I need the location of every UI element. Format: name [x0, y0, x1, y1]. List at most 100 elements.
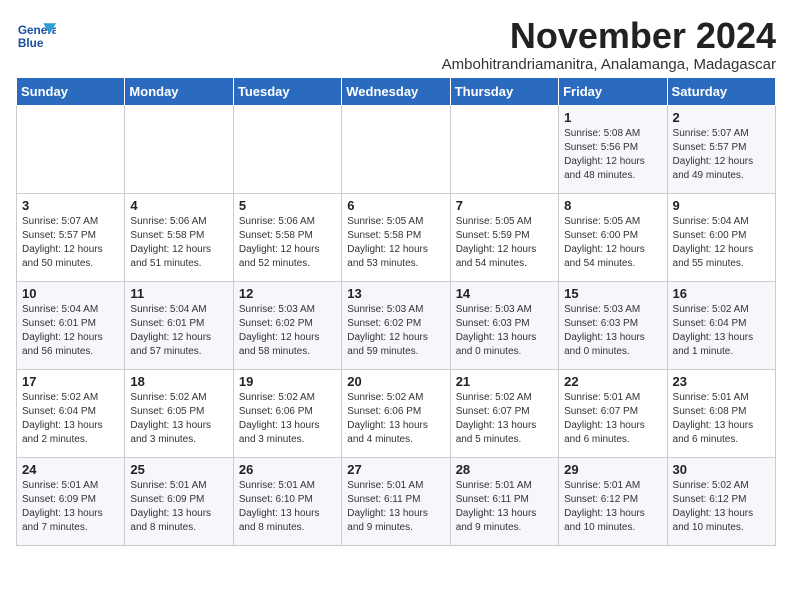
day-info: Sunrise: 5:01 AM Sunset: 6:11 PM Dayligh… [347, 479, 444, 535]
day-cell: 1 Sunrise: 5:08 AM Sunset: 5:56 PM Daylig… [559, 105, 667, 193]
day-cell: 25Sunrise: 5:01 AM Sunset: 6:09 PM Dayli… [125, 457, 233, 545]
header-row: SundayMondayTuesdayWednesdayThursdayFrid… [17, 77, 776, 105]
day-cell: 30 Sunrise: 5:02 AM Sunset: 6:12 PM Dayli… [667, 457, 775, 545]
day-number: 13 [347, 286, 444, 301]
day-number: 16 [673, 286, 770, 301]
day-cell: 18Sunrise: 5:02 AM Sunset: 6:05 PM Dayli… [125, 369, 233, 457]
day-cell: 26 Sunrise: 5:01 AM Sunset: 6:10 PM Dayli… [233, 457, 341, 545]
day-info: Sunrise: 5:03 AM Sunset: 6:03 PM Dayligh… [456, 303, 553, 359]
day-info: Sunrise: 5:07 AM Sunset: 5:57 PM Dayligh… [673, 127, 770, 183]
day-cell [342, 105, 450, 193]
day-cell: 19 Sunrise: 5:02 AM Sunset: 6:06 PM Dayli… [233, 369, 341, 457]
week-row-1: 3 Sunrise: 5:07 AM Sunset: 5:57 PM Daylig… [17, 193, 776, 281]
header-thursday: Thursday [450, 77, 558, 105]
day-info: Sunrise: 5:01 AM Sunset: 6:07 PM Dayligh… [564, 391, 661, 447]
day-number: 23 [673, 374, 770, 389]
page-header: General Blue November 2024 Ambohitrandri… [16, 16, 776, 73]
header-sunday: Sunday [17, 77, 125, 105]
day-cell: 28 Sunrise: 5:01 AM Sunset: 6:11 PM Dayli… [450, 457, 558, 545]
week-row-0: 1 Sunrise: 5:08 AM Sunset: 5:56 PM Daylig… [17, 105, 776, 193]
day-info: Sunrise: 5:01 AM Sunset: 6:11 PM Dayligh… [456, 479, 553, 535]
day-info: Sunrise: 5:01 AM Sunset: 6:12 PM Dayligh… [564, 479, 661, 535]
day-info: Sunrise: 5:01 AM Sunset: 6:09 PM Dayligh… [22, 479, 119, 535]
day-number: 24 [22, 462, 119, 477]
day-cell: 16 Sunrise: 5:02 AM Sunset: 6:04 PM Dayli… [667, 281, 775, 369]
day-info: Sunrise: 5:05 AM Sunset: 5:59 PM Dayligh… [456, 215, 553, 271]
day-number: 10 [22, 286, 119, 301]
calendar-title: November 2024 [442, 16, 776, 56]
day-number: 11 [130, 286, 227, 301]
day-number: 19 [239, 374, 336, 389]
day-cell: 6 Sunrise: 5:05 AM Sunset: 5:58 PM Daylig… [342, 193, 450, 281]
day-number: 18 [130, 374, 227, 389]
day-cell: 14 Sunrise: 5:03 AM Sunset: 6:03 PM Dayli… [450, 281, 558, 369]
day-number: 14 [456, 286, 553, 301]
day-info: Sunrise: 5:08 AM Sunset: 5:56 PM Dayligh… [564, 127, 661, 183]
day-cell: 10 Sunrise: 5:04 AM Sunset: 6:01 PM Dayli… [17, 281, 125, 369]
day-number: 8 [564, 198, 661, 213]
logo-icon: General Blue [16, 16, 56, 56]
day-number: 6 [347, 198, 444, 213]
day-info: Sunrise: 5:01 AM Sunset: 6:08 PM Dayligh… [673, 391, 770, 447]
day-cell: 15Sunrise: 5:03 AM Sunset: 6:03 PM Dayli… [559, 281, 667, 369]
day-number: 29 [564, 462, 661, 477]
day-info: Sunrise: 5:02 AM Sunset: 6:04 PM Dayligh… [673, 303, 770, 359]
day-info: Sunrise: 5:02 AM Sunset: 6:04 PM Dayligh… [22, 391, 119, 447]
day-info: Sunrise: 5:04 AM Sunset: 6:00 PM Dayligh… [673, 215, 770, 271]
day-number: 17 [22, 374, 119, 389]
day-info: Sunrise: 5:03 AM Sunset: 6:02 PM Dayligh… [347, 303, 444, 359]
day-cell: 13 Sunrise: 5:03 AM Sunset: 6:02 PM Dayli… [342, 281, 450, 369]
day-cell: 24 Sunrise: 5:01 AM Sunset: 6:09 PM Dayli… [17, 457, 125, 545]
day-info: Sunrise: 5:02 AM Sunset: 6:06 PM Dayligh… [239, 391, 336, 447]
day-info: Sunrise: 5:02 AM Sunset: 6:12 PM Dayligh… [673, 479, 770, 535]
day-number: 21 [456, 374, 553, 389]
day-number: 26 [239, 462, 336, 477]
day-info: Sunrise: 5:04 AM Sunset: 6:01 PM Dayligh… [22, 303, 119, 359]
week-row-4: 24 Sunrise: 5:01 AM Sunset: 6:09 PM Dayli… [17, 457, 776, 545]
day-number: 4 [130, 198, 227, 213]
day-cell: 5Sunrise: 5:06 AM Sunset: 5:58 PM Daylig… [233, 193, 341, 281]
day-info: Sunrise: 5:01 AM Sunset: 6:09 PM Dayligh… [130, 479, 227, 535]
day-cell: 20Sunrise: 5:02 AM Sunset: 6:06 PM Dayli… [342, 369, 450, 457]
day-cell: 11Sunrise: 5:04 AM Sunset: 6:01 PM Dayli… [125, 281, 233, 369]
header-monday: Monday [125, 77, 233, 105]
header-saturday: Saturday [667, 77, 775, 105]
day-number: 9 [673, 198, 770, 213]
day-cell [125, 105, 233, 193]
day-info: Sunrise: 5:02 AM Sunset: 6:07 PM Dayligh… [456, 391, 553, 447]
day-cell: 12 Sunrise: 5:03 AM Sunset: 6:02 PM Dayli… [233, 281, 341, 369]
day-cell: 7 Sunrise: 5:05 AM Sunset: 5:59 PM Daylig… [450, 193, 558, 281]
day-info: Sunrise: 5:07 AM Sunset: 5:57 PM Dayligh… [22, 215, 119, 271]
day-cell: 17 Sunrise: 5:02 AM Sunset: 6:04 PM Dayli… [17, 369, 125, 457]
day-cell: 8 Sunrise: 5:05 AM Sunset: 6:00 PM Daylig… [559, 193, 667, 281]
day-number: 12 [239, 286, 336, 301]
svg-text:Blue: Blue [18, 36, 44, 50]
calendar-table: SundayMondayTuesdayWednesdayThursdayFrid… [16, 77, 776, 546]
week-row-3: 17 Sunrise: 5:02 AM Sunset: 6:04 PM Dayli… [17, 369, 776, 457]
day-cell [17, 105, 125, 193]
day-cell: 23 Sunrise: 5:01 AM Sunset: 6:08 PM Dayli… [667, 369, 775, 457]
day-number: 27 [347, 462, 444, 477]
day-cell: 21 Sunrise: 5:02 AM Sunset: 6:07 PM Dayli… [450, 369, 558, 457]
day-number: 1 [564, 110, 661, 125]
day-info: Sunrise: 5:02 AM Sunset: 6:06 PM Dayligh… [347, 391, 444, 447]
day-cell: 9 Sunrise: 5:04 AM Sunset: 6:00 PM Daylig… [667, 193, 775, 281]
day-cell: 29 Sunrise: 5:01 AM Sunset: 6:12 PM Dayli… [559, 457, 667, 545]
day-number: 2 [673, 110, 770, 125]
day-cell: 2 Sunrise: 5:07 AM Sunset: 5:57 PM Daylig… [667, 105, 775, 193]
day-number: 7 [456, 198, 553, 213]
day-info: Sunrise: 5:01 AM Sunset: 6:10 PM Dayligh… [239, 479, 336, 535]
day-cell [450, 105, 558, 193]
day-number: 22 [564, 374, 661, 389]
day-info: Sunrise: 5:05 AM Sunset: 6:00 PM Dayligh… [564, 215, 661, 271]
day-number: 3 [22, 198, 119, 213]
day-number: 28 [456, 462, 553, 477]
day-info: Sunrise: 5:03 AM Sunset: 6:02 PM Dayligh… [239, 303, 336, 359]
week-row-2: 10 Sunrise: 5:04 AM Sunset: 6:01 PM Dayli… [17, 281, 776, 369]
day-cell: 27 Sunrise: 5:01 AM Sunset: 6:11 PM Dayli… [342, 457, 450, 545]
day-info: Sunrise: 5:06 AM Sunset: 5:58 PM Dayligh… [239, 215, 336, 271]
day-info: Sunrise: 5:03 AM Sunset: 6:03 PM Dayligh… [564, 303, 661, 359]
day-info: Sunrise: 5:05 AM Sunset: 5:58 PM Dayligh… [347, 215, 444, 271]
day-cell: 3 Sunrise: 5:07 AM Sunset: 5:57 PM Daylig… [17, 193, 125, 281]
day-number: 30 [673, 462, 770, 477]
